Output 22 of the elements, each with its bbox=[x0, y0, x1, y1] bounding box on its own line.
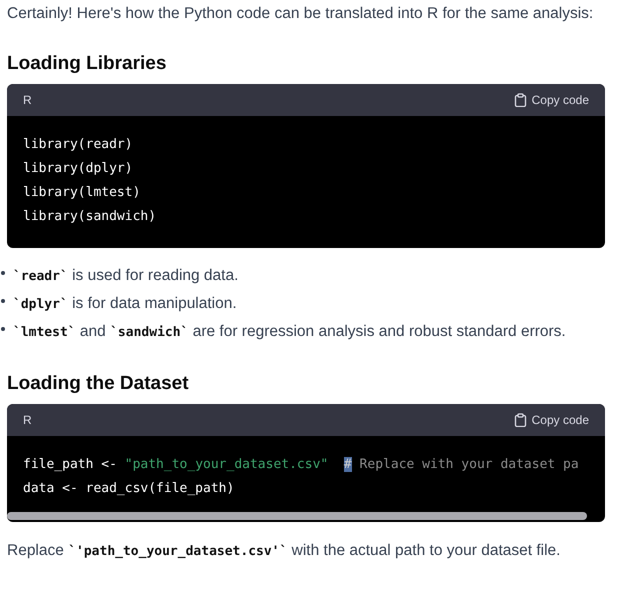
scrollbar-thumb[interactable] bbox=[7, 512, 587, 520]
paragraph-text: Replace `'path_to_your_dataset.csv'` with the actual path to your dataset file. bbox=[7, 542, 562, 560]
bullet-text: `dplyr` is for data manipulation. bbox=[13, 295, 237, 313]
code-line: library(lmtest) bbox=[23, 184, 140, 202]
code-line: data <- read_csv(file_path) bbox=[23, 480, 234, 498]
section-heading: Loading Libraries bbox=[7, 52, 168, 76]
clipboard-icon bbox=[514, 93, 527, 107]
bullet-text: `lmtest` and `sandwich` are for regression analysis and robust standard errors. bbox=[13, 323, 566, 341]
code-line: library(readr) bbox=[23, 136, 133, 154]
intro-text: Certainly! Here's how the Python code can be translated into R for the same analysis: bbox=[7, 4, 594, 24]
section-heading: Loading the Dataset bbox=[7, 372, 190, 396]
bullet-icon bbox=[1, 271, 5, 275]
code-line: library(dplyr) bbox=[23, 160, 133, 178]
language-label: R bbox=[23, 93, 32, 107]
code-line: library(sandwich) bbox=[23, 208, 156, 226]
copy-code-button[interactable]: Copy code bbox=[514, 93, 589, 107]
bullet-icon bbox=[1, 299, 5, 303]
copy-code-button[interactable]: Copy code bbox=[514, 413, 589, 427]
bullet-text: `readr` is used for reading data. bbox=[13, 267, 238, 285]
language-label: R bbox=[23, 413, 32, 427]
bullet-icon bbox=[1, 327, 5, 331]
clipboard-icon bbox=[514, 413, 527, 427]
